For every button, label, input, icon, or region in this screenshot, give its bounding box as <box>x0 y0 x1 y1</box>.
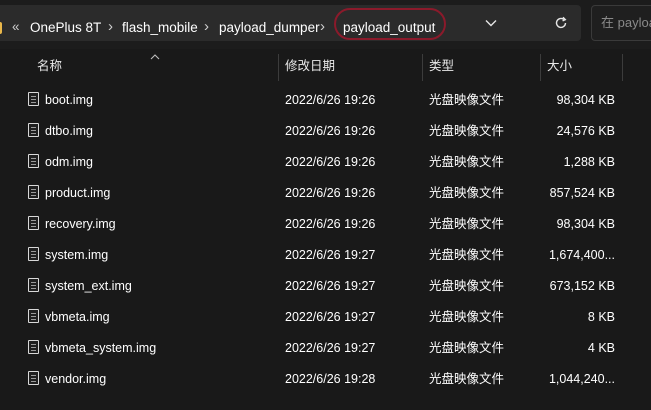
file-name: dtbo.img <box>45 124 93 138</box>
file-date: 2022/6/26 19:26 <box>285 217 376 231</box>
search-input[interactable]: 在 payload_output 中搜索 <box>591 5 651 41</box>
column-header-type[interactable]: 类型 <box>429 50 454 83</box>
breadcrumb-flash-mobile[interactable]: flash_mobile <box>122 20 198 36</box>
column-header-date[interactable]: 修改日期 <box>285 50 335 83</box>
column-headers: 名称 修改日期 类型 大小 <box>0 50 651 83</box>
address-bar: « OnePlus 8T › flash_mobile › payload_du… <box>0 0 651 49</box>
scrollbar-track[interactable] <box>641 50 651 410</box>
file-name: system.img <box>45 248 109 262</box>
file-size: 24,576 KB <box>556 124 615 138</box>
file-date: 2022/6/26 19:27 <box>285 279 376 293</box>
file-icon <box>28 371 39 385</box>
file-icon <box>28 185 39 199</box>
file-type: 光盘映像文件 <box>429 279 505 293</box>
file-row[interactable]: odm.img 2022/6/26 19:26 光盘映像文件 1,288 KB <box>0 147 651 178</box>
file-name: vbmeta.img <box>45 310 110 324</box>
file-size: 857,524 KB <box>549 186 615 200</box>
breadcrumb-payload-dumper[interactable]: payload_dumper <box>219 20 320 36</box>
column-divider[interactable] <box>278 54 279 81</box>
file-date: 2022/6/26 19:26 <box>285 186 376 200</box>
file-size: 1,288 KB <box>563 155 615 169</box>
file-size: 4 KB <box>587 341 615 355</box>
file-type: 光盘映像文件 <box>429 248 505 262</box>
breadcrumb-separator-icon[interactable]: › <box>108 18 113 36</box>
file-row[interactable]: dtbo.img 2022/6/26 19:26 光盘映像文件 24,576 KB <box>0 116 651 147</box>
file-date: 2022/6/26 19:27 <box>285 310 376 324</box>
file-date: 2022/6/26 19:27 <box>285 341 376 355</box>
file-icon <box>28 340 39 354</box>
folder-icon <box>0 22 2 34</box>
file-explorer-window: « OnePlus 8T › flash_mobile › payload_du… <box>0 0 651 410</box>
file-type: 光盘映像文件 <box>429 124 505 138</box>
path-overflow-button[interactable]: « <box>12 19 20 35</box>
file-row[interactable]: recovery.img 2022/6/26 19:26 光盘映像文件 98,304 … <box>0 209 651 240</box>
file-date: 2022/6/26 19:27 <box>285 248 376 262</box>
file-type: 光盘映像文件 <box>429 93 505 107</box>
file-row[interactable]: vendor.img 2022/6/26 19:28 光盘映像文件 1,044,240… <box>0 364 651 395</box>
file-type: 光盘映像文件 <box>429 186 505 200</box>
file-date: 2022/6/26 19:26 <box>285 124 376 138</box>
column-header-size[interactable]: 大小 <box>547 50 572 83</box>
column-divider[interactable] <box>422 54 423 81</box>
file-icon <box>28 154 39 168</box>
column-divider[interactable] <box>622 54 623 81</box>
file-icon <box>28 309 39 323</box>
breadcrumb-separator-icon[interactable]: › <box>204 18 209 36</box>
file-row[interactable]: boot.img 2022/6/26 19:26 光盘映像文件 98,304 KB <box>0 85 651 116</box>
file-date: 2022/6/26 19:28 <box>285 372 376 386</box>
file-type: 光盘映像文件 <box>429 372 505 386</box>
file-type: 光盘映像文件 <box>429 310 505 324</box>
file-icon <box>28 92 39 106</box>
file-icon <box>28 216 39 230</box>
file-row[interactable]: system.img 2022/6/26 19:27 光盘映像文件 1,674,400… <box>0 240 651 271</box>
refresh-button[interactable] <box>543 5 579 41</box>
column-divider[interactable] <box>540 54 541 81</box>
file-type: 光盘映像文件 <box>429 341 505 355</box>
file-row[interactable]: system_ext.img 2022/6/26 19:27 光盘映像文件 673,1… <box>0 271 651 302</box>
column-header-name[interactable]: 名称 <box>37 50 62 83</box>
file-icon <box>28 278 39 292</box>
sort-up-icon <box>150 52 160 62</box>
file-type: 光盘映像文件 <box>429 217 505 231</box>
refresh-icon <box>555 16 567 29</box>
file-type: 光盘映像文件 <box>429 155 505 169</box>
file-date: 2022/6/26 19:26 <box>285 93 376 107</box>
file-name: odm.img <box>45 155 93 169</box>
breadcrumb-separator-icon[interactable]: › <box>320 18 325 36</box>
file-date: 2022/6/26 19:26 <box>285 155 376 169</box>
file-name: product.img <box>45 186 111 200</box>
file-icon <box>28 247 39 261</box>
file-row[interactable]: vbmeta_system.img 2022/6/26 19:27 光盘映像文件 4 … <box>0 333 651 364</box>
file-row[interactable]: product.img 2022/6/26 19:26 光盘映像文件 857,524 … <box>0 178 651 209</box>
file-size: 8 KB <box>587 310 615 324</box>
file-size: 98,304 KB <box>556 217 615 231</box>
file-size: 1,044,240... <box>548 372 615 386</box>
file-name: vbmeta_system.img <box>45 341 157 355</box>
breadcrumb-oneplus-8t[interactable]: OnePlus 8T <box>30 20 101 36</box>
file-size: 98,304 KB <box>556 93 615 107</box>
file-name: system_ext.img <box>45 279 132 293</box>
file-icon <box>28 123 39 137</box>
file-size: 1,674,400... <box>548 248 615 262</box>
address-dropdown-button[interactable] <box>473 5 509 41</box>
file-name: recovery.img <box>45 217 116 231</box>
file-name: vendor.img <box>45 372 107 386</box>
file-name: boot.img <box>45 93 93 107</box>
file-row[interactable]: vbmeta.img 2022/6/26 19:27 光盘映像文件 8 KB <box>0 302 651 333</box>
chevron-down-icon <box>485 20 497 27</box>
highlight-annotation-ring <box>334 8 446 40</box>
file-size: 673,152 KB <box>549 279 615 293</box>
